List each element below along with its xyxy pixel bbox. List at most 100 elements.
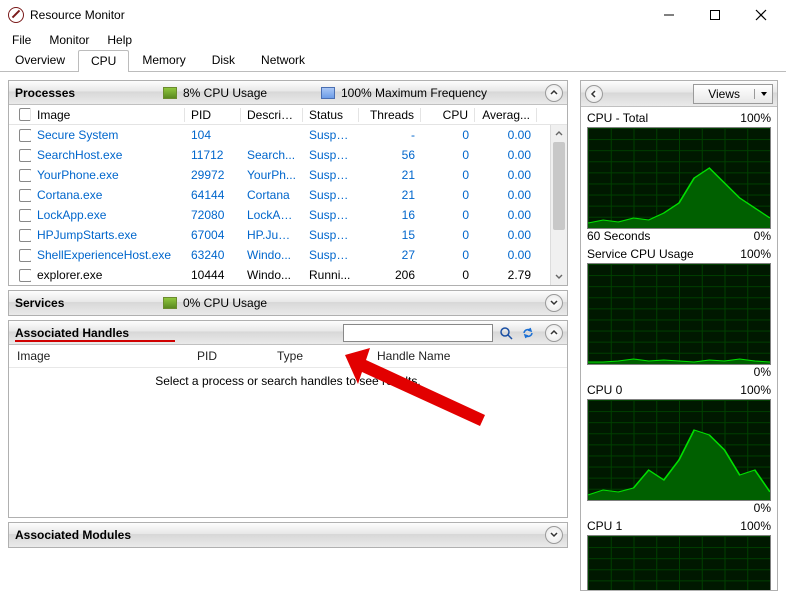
col-average[interactable]: Averag... (475, 108, 537, 122)
cell-status: Suspe... (303, 208, 359, 222)
handles-search-input[interactable] (343, 324, 493, 342)
maximize-button[interactable] (692, 0, 738, 30)
select-all-checkbox[interactable] (19, 108, 31, 121)
cell-description: Windo... (241, 268, 303, 282)
col-image[interactable]: Image (31, 108, 185, 122)
tab-disk[interactable]: Disk (199, 49, 248, 71)
search-icon[interactable] (497, 324, 515, 342)
views-button[interactable]: Views (693, 84, 773, 104)
col-cpu[interactable]: CPU (421, 108, 475, 122)
cpu-graph (587, 127, 771, 229)
process-row[interactable]: Secure System104Suspe...-00.00 (9, 125, 550, 145)
right-pane-collapse-button[interactable] (585, 85, 603, 103)
row-checkbox[interactable] (19, 189, 31, 202)
row-checkbox[interactable] (19, 229, 31, 242)
graph-title: Service CPU Usage (587, 247, 694, 261)
associated-handles-panel: Associated Handles Im (8, 320, 568, 518)
menu-file[interactable]: File (4, 32, 39, 48)
menu-help[interactable]: Help (99, 32, 140, 48)
graph-block: CPU 0100%0% (581, 379, 777, 515)
cpu-usage-label: 8% CPU Usage (183, 86, 267, 100)
handles-body: Select a process or search handles to se… (9, 368, 567, 517)
process-row[interactable]: YourPhone.exe29972YourPh...Suspe...2100.… (9, 165, 550, 185)
handles-col-pid[interactable]: PID (197, 349, 277, 363)
services-cpu-usage: 0% CPU Usage (163, 296, 313, 310)
scroll-down-icon[interactable] (551, 268, 567, 285)
scroll-up-icon[interactable] (551, 125, 567, 142)
max-freq-label: 100% Maximum Frequency (341, 86, 487, 100)
row-checkbox[interactable] (19, 269, 31, 282)
processes-header[interactable]: Processes 8% CPU Usage 100% Maximum Freq… (9, 81, 567, 105)
modules-title: Associated Modules (15, 528, 155, 542)
window-title: Resource Monitor (30, 8, 646, 22)
graphs-area: CPU - Total100%60 Seconds0%Service CPU U… (581, 107, 777, 590)
row-checkbox[interactable] (19, 129, 31, 142)
menu-monitor[interactable]: Monitor (41, 32, 97, 48)
processes-table-header: Image PID Descrip... Status Threads CPU … (9, 105, 567, 125)
col-pid[interactable]: PID (185, 108, 241, 122)
cell-pid: 11712 (185, 148, 241, 162)
row-checkbox[interactable] (19, 249, 31, 262)
graph-footer-right: 0% (754, 501, 771, 515)
col-status[interactable]: Status (303, 108, 359, 122)
row-checkbox[interactable] (19, 149, 31, 162)
tab-bar: Overview CPU Memory Disk Network (0, 50, 786, 72)
cell-cpu: 0 (421, 188, 475, 202)
services-header[interactable]: Services 0% CPU Usage (9, 291, 567, 315)
tab-overview[interactable]: Overview (2, 49, 78, 71)
cpu-graph (587, 535, 771, 590)
col-threads[interactable]: Threads (359, 108, 421, 122)
col-description[interactable]: Descrip... (241, 108, 303, 122)
cell-pid: 104 (185, 128, 241, 142)
right-pane-header: Views (581, 81, 777, 107)
handles-col-image[interactable]: Image (17, 349, 197, 363)
cell-threads: 21 (359, 168, 421, 182)
app-icon (8, 7, 24, 23)
cpu-graph (587, 399, 771, 501)
close-button[interactable] (738, 0, 784, 30)
cell-cpu: 0 (421, 168, 475, 182)
process-row[interactable]: explorer.exe10444Windo...Runni...20602.7… (9, 265, 550, 285)
handles-collapse-button[interactable] (545, 324, 563, 342)
cell-cpu: 0 (421, 148, 475, 162)
process-row[interactable]: Cortana.exe64144CortanaSuspe...2100.00 (9, 185, 550, 205)
modules-header[interactable]: Associated Modules (9, 523, 567, 547)
minimize-button[interactable] (646, 0, 692, 30)
handles-col-name[interactable]: Handle Name (377, 349, 559, 363)
graph-max-label: 100% (740, 111, 771, 125)
cell-cpu: 0 (421, 248, 475, 262)
services-expand-button[interactable] (545, 294, 563, 312)
handles-title-text: Associated Handles (15, 326, 129, 340)
cell-cpu: 0 (421, 228, 475, 242)
cell-cpu: 0 (421, 208, 475, 222)
row-checkbox[interactable] (19, 169, 31, 182)
window-buttons (646, 0, 784, 30)
process-row[interactable]: LockApp.exe72080LockAp...Suspe...1600.00 (9, 205, 550, 225)
cell-average: 0.00 (475, 128, 537, 142)
scroll-thumb[interactable] (553, 142, 565, 230)
cell-description: Windo... (241, 248, 303, 262)
handles-col-type[interactable]: Type (277, 349, 377, 363)
processes-collapse-button[interactable] (545, 84, 563, 102)
graph-block: CPU 1100%0% (581, 515, 777, 590)
process-row[interactable]: HPJumpStarts.exe67004HP.Jum...Suspe...15… (9, 225, 550, 245)
tab-network[interactable]: Network (248, 49, 318, 71)
tab-memory[interactable]: Memory (129, 49, 198, 71)
process-row[interactable]: ShellExperienceHost.exe63240Windo...Susp… (9, 245, 550, 265)
modules-expand-button[interactable] (545, 526, 563, 544)
process-row[interactable]: SearchHost.exe11712Search...Suspe...5600… (9, 145, 550, 165)
graph-max-label: 100% (740, 383, 771, 397)
cell-image: SearchHost.exe (31, 148, 185, 162)
views-dropdown-icon[interactable] (754, 89, 772, 99)
tab-cpu[interactable]: CPU (78, 50, 129, 72)
cpu-graph (587, 263, 771, 365)
row-checkbox[interactable] (19, 209, 31, 222)
handles-header[interactable]: Associated Handles (9, 321, 567, 345)
cell-average: 0.00 (475, 248, 537, 262)
cell-pid: 67004 (185, 228, 241, 242)
handles-empty-text: Select a process or search handles to se… (9, 368, 567, 394)
main-area: Processes 8% CPU Usage 100% Maximum Freq… (0, 72, 786, 593)
cell-image: Cortana.exe (31, 188, 185, 202)
refresh-icon[interactable] (519, 324, 537, 342)
processes-scrollbar[interactable] (550, 125, 567, 285)
